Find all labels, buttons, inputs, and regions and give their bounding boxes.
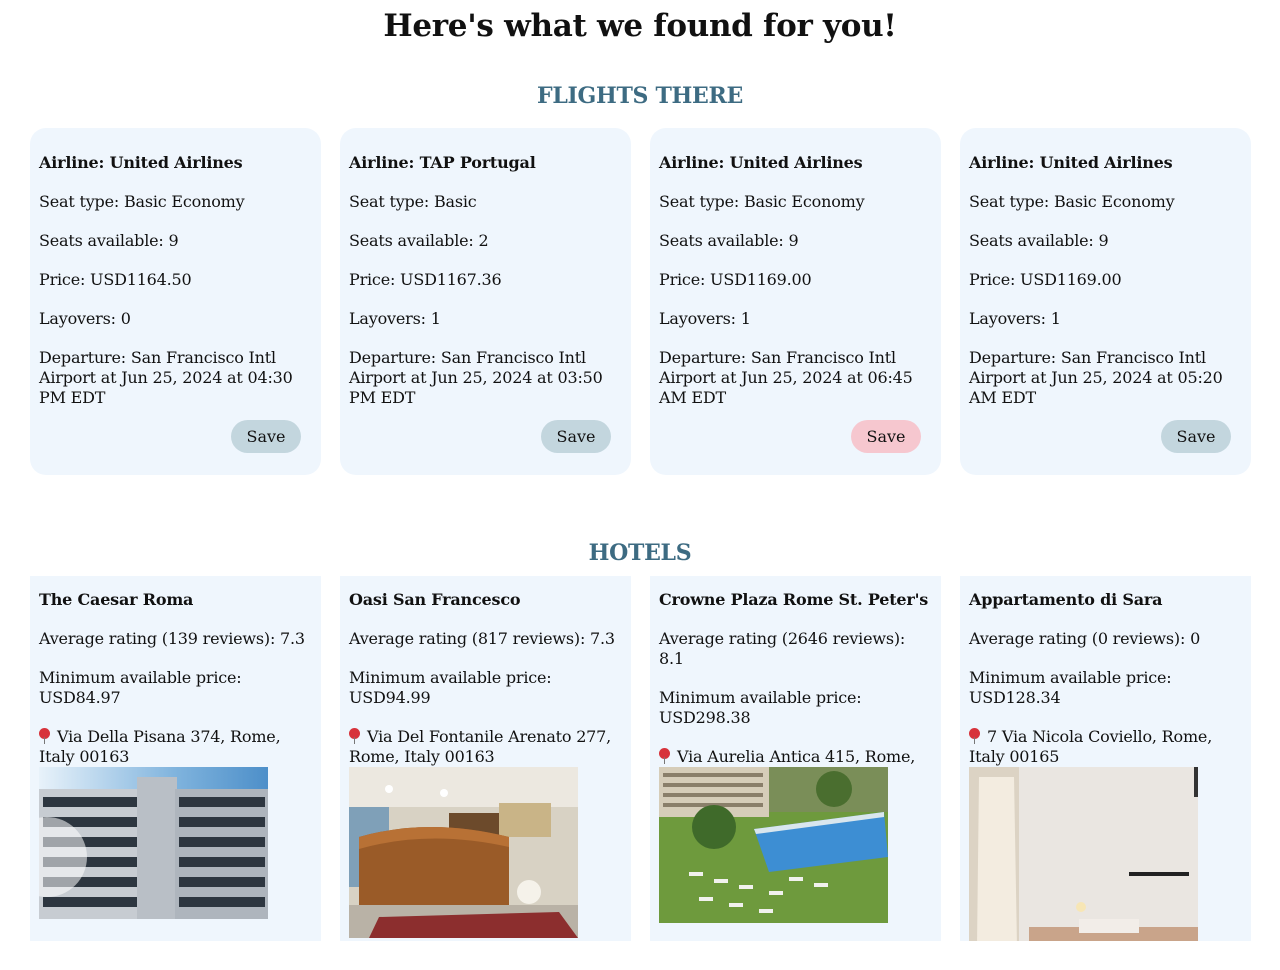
flight-airline: Airline: TAP Portugal xyxy=(349,153,536,172)
location-pin-icon xyxy=(659,748,670,764)
flight-layovers: Layovers: 0 xyxy=(39,309,131,328)
flight-seat-type: Seat type: Basic Economy xyxy=(969,192,1175,211)
hotel-card: Oasi San Francesco Average rating (817 r… xyxy=(340,576,631,941)
page-title: Here's what we found for you! xyxy=(383,8,897,44)
hotel-min-price: Minimum available price: USD94.99 xyxy=(349,668,552,707)
save-button[interactable]: Save xyxy=(541,420,611,453)
flights-heading: FLIGHTS THERE xyxy=(537,83,743,109)
flight-seats-available: Seats available: 9 xyxy=(969,231,1109,250)
flight-departure: Departure: San Francisco Intl Airport at… xyxy=(659,348,913,407)
hotel-min-price: Minimum available price: USD128.34 xyxy=(969,668,1172,707)
flight-card: Airline: United Airlines Seat type: Basi… xyxy=(30,128,321,475)
flight-airline: Airline: United Airlines xyxy=(969,153,1173,172)
flight-seats-available: Seats available: 2 xyxy=(349,231,489,250)
location-pin-icon xyxy=(349,728,360,744)
hotel-card: Crowne Plaza Rome St. Peter's Average ra… xyxy=(650,576,941,941)
flight-card: Airline: United Airlines Seat type: Basi… xyxy=(960,128,1251,475)
hotel-rating: Average rating (817 reviews): 7.3 xyxy=(349,629,615,648)
flight-price: Price: USD1169.00 xyxy=(969,270,1122,289)
flight-seat-type: Seat type: Basic Economy xyxy=(659,192,865,211)
flight-card: Airline: United Airlines Seat type: Basi… xyxy=(650,128,941,475)
flight-layovers: Layovers: 1 xyxy=(349,309,441,328)
flight-departure: Departure: San Francisco Intl Airport at… xyxy=(349,348,603,407)
flight-seats-available: Seats available: 9 xyxy=(39,231,179,250)
flight-layovers: Layovers: 1 xyxy=(969,309,1061,328)
flight-seat-type: Seat type: Basic Economy xyxy=(39,192,245,211)
flights-list: Airline: United Airlines Seat type: Basi… xyxy=(30,128,1252,475)
hotel-rating: Average rating (0 reviews): 0 xyxy=(969,629,1201,648)
flight-seats-available: Seats available: 9 xyxy=(659,231,799,250)
bedroom-photo xyxy=(969,767,1198,941)
save-button[interactable]: Save xyxy=(851,420,921,453)
hotel-address: Via Della Pisana 374, Rome, Italy 00163 xyxy=(39,727,281,766)
flight-price: Price: USD1167.36 xyxy=(349,270,502,289)
pool-aerial-photo xyxy=(659,767,888,927)
hotel-card: The Caesar Roma Average rating (139 revi… xyxy=(30,576,321,941)
save-button[interactable]: Save xyxy=(1161,420,1231,453)
hotel-lobby-photo xyxy=(349,767,578,941)
hotel-name: Oasi San Francesco xyxy=(349,590,521,609)
hotel-address: Via Del Fontanile Arenato 277, Rome, Ita… xyxy=(349,727,612,766)
flight-airline: Airline: United Airlines xyxy=(659,153,863,172)
hotel-rating: Average rating (2646 reviews): 8.1 xyxy=(659,629,906,668)
flight-layovers: Layovers: 1 xyxy=(659,309,751,328)
location-pin-icon xyxy=(39,728,50,744)
hotel-name: Appartamento di Sara xyxy=(969,590,1163,609)
hotel-min-price: Minimum available price: USD298.38 xyxy=(659,688,862,727)
hotels-heading: HOTELS xyxy=(588,540,692,566)
hotels-list: The Caesar Roma Average rating (139 revi… xyxy=(30,576,1252,941)
hotel-min-price: Minimum available price: USD84.97 xyxy=(39,668,242,707)
flight-price: Price: USD1169.00 xyxy=(659,270,812,289)
save-button[interactable]: Save xyxy=(231,420,301,453)
flight-card: Airline: TAP Portugal Seat type: Basic S… xyxy=(340,128,631,475)
flight-departure: Departure: San Francisco Intl Airport at… xyxy=(969,348,1223,407)
hotel-address: 7 Via Nicola Coviello, Rome, Italy 00165 xyxy=(969,727,1213,766)
hotel-rating: Average rating (139 reviews): 7.3 xyxy=(39,629,305,648)
hotel-name: Crowne Plaza Rome St. Peter's xyxy=(659,590,929,609)
flight-price: Price: USD1164.50 xyxy=(39,270,192,289)
hotel-name: The Caesar Roma xyxy=(39,590,194,609)
office-building-photo xyxy=(39,767,268,923)
flight-airline: Airline: United Airlines xyxy=(39,153,243,172)
flight-seat-type: Seat type: Basic xyxy=(349,192,477,211)
hotel-card: Appartamento di Sara Average rating (0 r… xyxy=(960,576,1251,941)
flight-departure: Departure: San Francisco Intl Airport at… xyxy=(39,348,293,407)
location-pin-icon xyxy=(969,728,980,744)
